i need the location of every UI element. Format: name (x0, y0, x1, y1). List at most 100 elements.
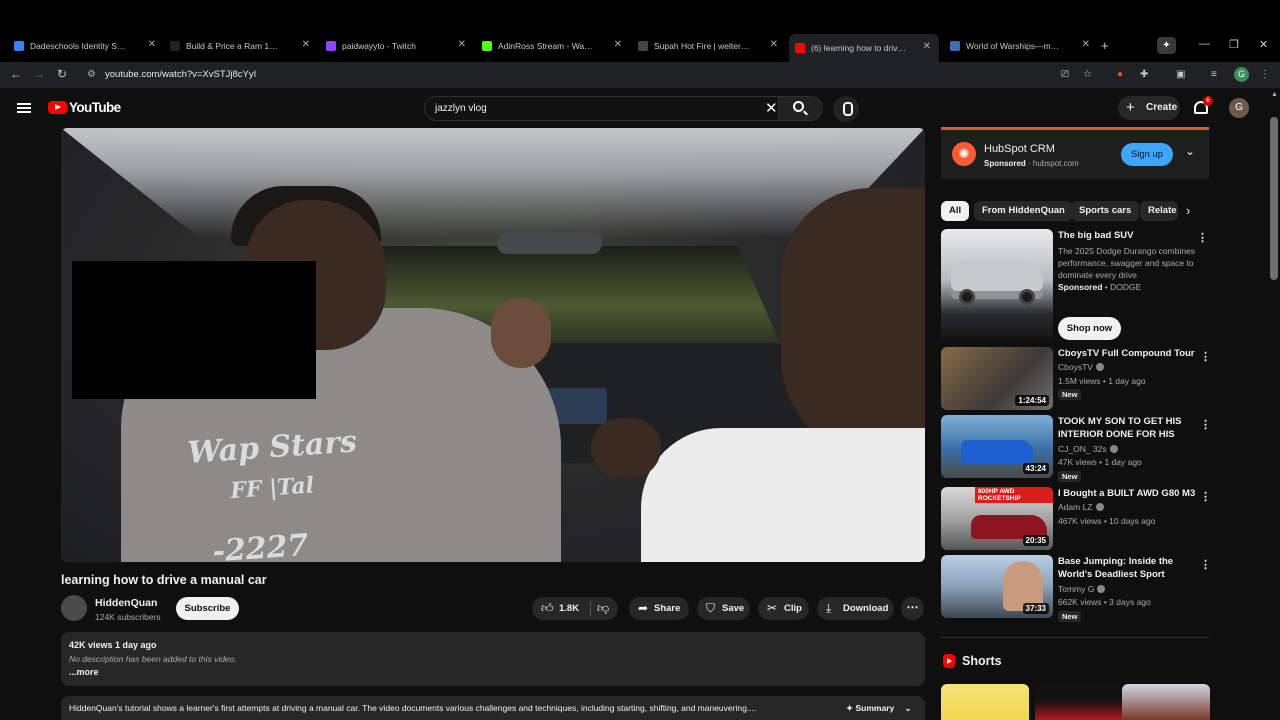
browser-tab[interactable]: World of Warships—massive naval ✕ (950, 36, 1090, 56)
browser-menu-icon[interactable]: ⋮ (1260, 69, 1270, 80)
account-avatar[interactable]: G (1229, 98, 1249, 118)
rec-channel[interactable]: CboysTV (1058, 362, 1104, 372)
ai-summary-bar[interactable]: HiddenQuan's tutorial shows a learner's … (61, 696, 925, 720)
microphone-icon[interactable] (833, 96, 859, 122)
youtube-logo-icon[interactable] (48, 101, 67, 114)
chip-related[interactable]: Relate (1140, 201, 1178, 221)
share-button[interactable]: ➦ Share (629, 597, 689, 620)
youtube-logo-text[interactable]: YouTube (69, 100, 121, 115)
more-options-icon[interactable]: ⋮ (1200, 350, 1211, 363)
rec-title[interactable]: TOOK MY SON TO GET HIS INTERIOR DONE FOR… (1058, 415, 1198, 442)
browser-tab[interactable]: AdinRoss Stream - Watch Live ✕ (482, 36, 622, 56)
site-info-icon[interactable]: ⚙ (87, 65, 96, 85)
minimize-icon[interactable]: — (1199, 38, 1210, 50)
more-options-icon[interactable]: ⋮ (1200, 490, 1211, 503)
rec-channel-name: Adam LZ (1058, 502, 1093, 512)
sparkle-icon[interactable]: ✦ (1157, 37, 1176, 54)
sponsored-video-title[interactable]: The big bad SUV (1058, 230, 1133, 241)
recommended-video[interactable]: 43:24 TOOK MY SON TO GET HIS INTERIOR DO… (941, 415, 1211, 482)
show-more-link[interactable]: ...more (69, 667, 99, 677)
description-box[interactable]: 42K views 1 day ago No description has b… (61, 632, 925, 686)
close-icon[interactable]: ✕ (458, 39, 466, 50)
more-actions-icon[interactable]: ⋯ (901, 597, 924, 620)
share-arrow-icon: ➦ (638, 601, 649, 615)
save-button[interactable]: ⛉ Save (697, 597, 750, 620)
sponsored-ad-card[interactable]: ✺ HubSpot CRM Sponsored · hubspot.com Si… (941, 127, 1209, 179)
browser-tab[interactable]: Dadeschools Identity Server ✕ (14, 36, 156, 56)
close-icon[interactable]: ✕ (1082, 39, 1090, 50)
sidepanel-icon[interactable]: ▣ (1176, 69, 1185, 80)
search-button[interactable] (778, 97, 822, 120)
new-badge: New (1058, 471, 1082, 482)
close-icon[interactable]: ✕ (770, 39, 778, 50)
chip-from-hiddenquan[interactable]: From HiddenQuan (974, 201, 1073, 221)
chip-all[interactable]: All (941, 201, 970, 221)
window-close-icon[interactable]: ✕ (1259, 38, 1268, 51)
browser-profile-avatar[interactable]: G (1234, 67, 1249, 82)
search-input[interactable]: jazzlyn vlog (435, 103, 487, 114)
video-thumbnail[interactable]: 1:24:54 (941, 347, 1053, 410)
video-thumbnail[interactable]: 800HP AWD ROCKETSHIP 20:35 (941, 487, 1053, 550)
close-icon[interactable]: ✕ (923, 41, 931, 52)
sponsored-thumbnail[interactable] (941, 229, 1053, 342)
video-thumbnail[interactable]: 37:33 (941, 555, 1053, 618)
recommended-video[interactable]: 800HP AWD ROCKETSHIP 20:35 I Bought a BU… (941, 487, 1211, 550)
video-thumbnail[interactable]: 43:24 (941, 415, 1053, 478)
chip-sports-cars[interactable]: Sports cars (1071, 201, 1140, 221)
recommended-video[interactable]: 1:24:54 CboysTV Full Compound Tour Cboys… (941, 347, 1211, 410)
rec-title[interactable]: I Bought a BUILT AWD G80 M3 (1058, 487, 1198, 500)
puzzle-icon[interactable]: ✚ (1140, 69, 1148, 80)
extension-icon[interactable]: ● (1117, 69, 1123, 80)
more-options-icon[interactable]: ⋮ (1197, 231, 1208, 244)
browser-tab-active[interactable]: (6) learning how to drive a manual car ✕ (789, 34, 939, 62)
like-count[interactable]: 1.8K (559, 597, 579, 620)
rec-channel[interactable]: Tommy G (1058, 584, 1106, 594)
like-thumb-icon[interactable]: 👍︎ (541, 597, 554, 620)
dislike-thumb-icon[interactable]: 👎︎ (597, 597, 609, 620)
scroll-up-icon[interactable]: ▲ (1271, 91, 1278, 98)
media-icon[interactable]: ≡ (1211, 69, 1217, 80)
create-button[interactable]: + Create (1118, 96, 1180, 120)
new-tab-plus-icon[interactable]: + (1101, 38, 1109, 53)
channel-name[interactable]: HiddenQuan (95, 597, 157, 609)
short-thumbnail[interactable] (1122, 684, 1210, 720)
forward-arrow-icon[interactable]: → (33, 67, 45, 81)
bookmark-star-icon[interactable]: ☆ (1083, 69, 1092, 80)
hamburger-menu-icon[interactable] (17, 103, 31, 113)
more-options-icon[interactable]: ⋮ (1200, 418, 1211, 431)
back-arrow-icon[interactable]: ← (10, 67, 22, 81)
reload-icon[interactable]: ↻ (57, 67, 67, 81)
browser-tab[interactable]: Supah Hot Fire | welterweight ✕ (638, 36, 778, 56)
download-button[interactable]: ⤓ Download (817, 597, 894, 620)
maximize-icon[interactable]: ❐ (1229, 38, 1239, 51)
url-field[interactable]: ⚙ youtube.com/watch?v=XvSTJj8cYyI (78, 65, 1228, 85)
channel-avatar[interactable] (61, 595, 87, 621)
subscribe-button[interactable]: Subscribe (176, 597, 239, 620)
rec-channel[interactable]: CJ_ON_ 32s (1058, 444, 1118, 454)
browser-tab[interactable]: paidwayyto - Twitch ✕ (326, 36, 466, 56)
install-app-icon[interactable]: ⎚ (1061, 69, 1069, 80)
short-thumbnail[interactable] (1035, 684, 1123, 720)
rec-title[interactable]: CboysTV Full Compound Tour (1058, 347, 1198, 360)
scrollbar-thumb[interactable] (1270, 117, 1278, 280)
chevron-down-icon[interactable]: ⌄ (1185, 144, 1195, 158)
more-options-icon[interactable]: ⋮ (1200, 558, 1211, 571)
close-icon[interactable]: ✕ (302, 39, 310, 50)
rec-title[interactable]: Base Jumping: Inside the World's Deadlie… (1058, 555, 1198, 581)
browser-tab[interactable]: Build & Price a Ram 1500 | Ram ✕ (170, 36, 310, 56)
recommended-video[interactable]: 37:33 Base Jumping: Inside the World's D… (941, 555, 1211, 622)
summary-toggle[interactable]: ✦ Summary ⌄ (846, 703, 912, 714)
clip-button[interactable]: ✂ Clip (758, 597, 809, 620)
video-player[interactable]: Wap Stars FF |Tal -2227 (61, 128, 925, 562)
chevron-right-icon[interactable]: › (1186, 203, 1190, 218)
shop-now-button[interactable]: Shop now (1058, 317, 1121, 340)
close-icon[interactable]: ✕ (614, 39, 622, 50)
short-thumbnail[interactable] (941, 684, 1029, 720)
sign-up-button[interactable]: Sign up (1121, 143, 1173, 166)
close-icon[interactable]: ✕ (148, 39, 156, 50)
video-title: learning how to drive a manual car (61, 573, 267, 587)
like-dislike-group: 👍︎ 1.8K 👎︎ (532, 597, 618, 620)
rec-channel[interactable]: Adam LZ (1058, 502, 1104, 512)
clear-search-icon[interactable]: ✕ (765, 99, 778, 117)
search-box[interactable]: jazzlyn vlog ✕ (424, 96, 823, 121)
